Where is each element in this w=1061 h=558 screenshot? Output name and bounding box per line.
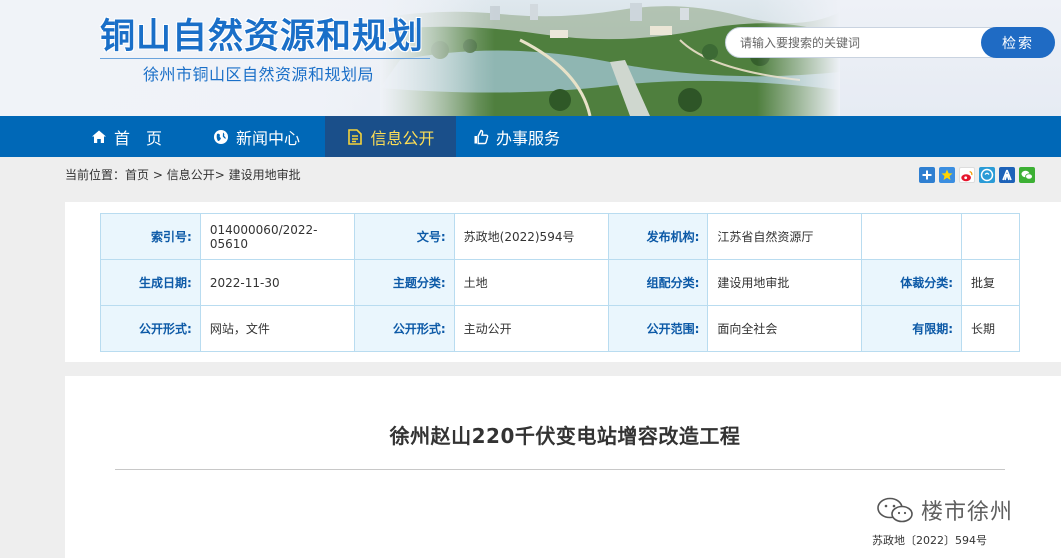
meta-value: 苏政地(2022)594号 (453, 213, 609, 260)
meta-value: 2022-11-30 (199, 259, 355, 306)
nav-label: 首 页 (113, 128, 162, 148)
breadcrumb-land-approval[interactable]: 建设用地审批 (229, 168, 301, 182)
site-header: 铜山自然资源和规划 徐州市铜山区自然资源和规划局 检索 (0, 0, 1061, 116)
search-input[interactable] (734, 32, 974, 54)
breadcrumb-home[interactable]: 首页 (125, 168, 149, 182)
document-metadata-panel: 索引号: 014000060/2022-05610 文号: 苏政地(2022)5… (65, 202, 1061, 362)
globe-icon (212, 128, 230, 146)
meta-empty-cell (861, 213, 962, 260)
meta-value: 建设用地审批 (707, 259, 863, 306)
meta-value: 长期 (961, 305, 1020, 352)
meta-key: 公开形式: (100, 305, 201, 352)
nav-item-info-public[interactable]: 信息公开 (325, 116, 456, 157)
meta-value: 批复 (961, 259, 1020, 306)
main-nav: 首 页 新闻中心 信息公开 办事服务 (0, 116, 1061, 157)
thumbs-up-icon (472, 128, 490, 146)
meta-value: 土地 (453, 259, 609, 306)
meta-key: 公开形式: (353, 305, 455, 352)
watermark: 楼市徐州 (875, 494, 1013, 526)
meta-key: 发布机构: (607, 213, 709, 260)
meta-key: 有限期: (861, 305, 962, 352)
article-title: 徐州赵山220千伏变电站增容改造工程 (389, 424, 741, 448)
breadcrumb-prefix: 当前位置： (65, 168, 126, 182)
meta-value: 主动公开 (453, 305, 609, 352)
meta-value: 江苏省自然资源厅 (707, 213, 863, 260)
wechat-logo-icon (877, 497, 913, 523)
meta-value: 网站，文件 (199, 305, 355, 352)
share-toolbar (919, 167, 1035, 183)
qq-icon[interactable] (979, 167, 995, 183)
meta-key: 主题分类: (353, 259, 455, 306)
meta-key: 体裁分类: (861, 259, 962, 306)
table-row: 生成日期: 2022-11-30 主题分类: 土地 组配分类: 建设用地审批 体… (100, 259, 1020, 306)
search-box: 检索 (725, 27, 1055, 58)
nav-item-services[interactable]: 办事服务 (456, 116, 576, 157)
table-row: 索引号: 014000060/2022-05610 文号: 苏政地(2022)5… (100, 213, 1020, 260)
wechat-icon[interactable] (1019, 167, 1035, 183)
nav-label: 信息公开 (370, 128, 435, 148)
site-subtitle: 徐州市铜山区自然资源和规划局 (143, 65, 375, 84)
qzone-icon[interactable] (939, 167, 955, 183)
article-panel: 徐州赵山220千伏变电站增容改造工程 楼市徐州 苏政地〔2022〕594号 (65, 376, 1061, 558)
meta-key: 组配分类: (607, 259, 709, 306)
meta-value: 014000060/2022-05610 (199, 213, 355, 260)
weibo-icon[interactable] (959, 167, 975, 183)
search-button[interactable]: 检索 (981, 27, 1055, 58)
meta-key: 公开范围: (607, 305, 709, 352)
breadcrumb-info-public[interactable]: 信息公开 (167, 168, 215, 182)
document-number: 苏政地〔2022〕594号 (872, 534, 987, 547)
plus-icon[interactable] (919, 167, 935, 183)
nav-item-news[interactable]: 新闻中心 (187, 116, 325, 157)
table-row: 公开形式: 网站，文件 公开形式: 主动公开 公开范围: 面向全社会 有限期: … (100, 305, 1020, 352)
nav-label: 新闻中心 (235, 128, 300, 148)
title-divider (100, 58, 430, 59)
metadata-table: 索引号: 014000060/2022-05610 文号: 苏政地(2022)5… (100, 213, 1020, 352)
meta-key: 生成日期: (100, 259, 201, 306)
nav-item-home[interactable]: 首 页 (65, 116, 187, 157)
meta-key: 文号: (353, 213, 455, 260)
meta-key: 索引号: (100, 213, 201, 260)
renren-icon[interactable] (999, 167, 1015, 183)
meta-empty-cell (961, 213, 1020, 260)
nav-label: 办事服务 (495, 128, 560, 148)
breadcrumb: 当前位置：首页 > 信息公开> 建设用地审批 (65, 168, 301, 182)
site-title: 铜山自然资源和规划 (100, 17, 425, 57)
title-divider (115, 469, 1005, 470)
document-icon (346, 128, 364, 146)
home-icon (90, 128, 108, 146)
meta-value: 面向全社会 (707, 305, 863, 352)
watermark-text: 楼市徐州 (921, 500, 1014, 525)
